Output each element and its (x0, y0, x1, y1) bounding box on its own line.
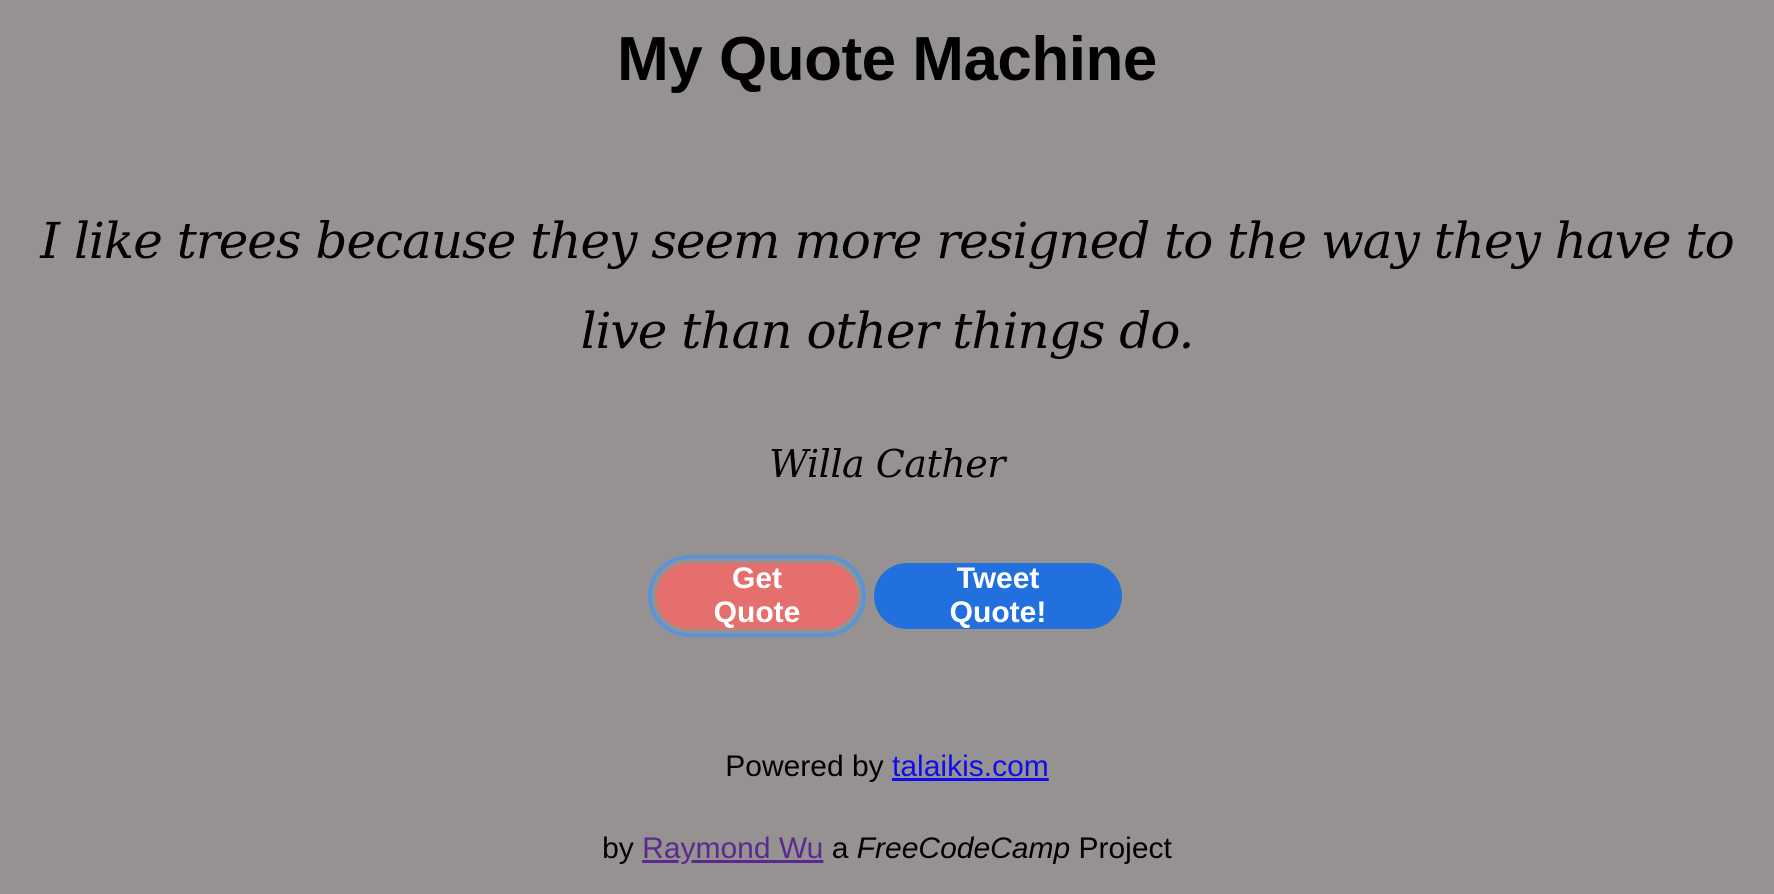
get-quote-button[interactable]: Get Quote (648, 555, 866, 637)
a-word: a (831, 832, 849, 865)
powered-by-prefix: Powered by (725, 750, 884, 783)
powered-by-line: Powered by talaikis.com (0, 747, 1774, 787)
quote-text: I like trees because they seem more resi… (40, 212, 1734, 360)
freecodecamp-text: FreeCodeCamp (856, 832, 1071, 865)
project-word: Project (1078, 832, 1172, 865)
tweet-quote-button[interactable]: Tweet Quote! (874, 562, 1122, 629)
quote-machine-app: My Quote Machine I like trees because th… (0, 0, 1774, 894)
by-prefix: by (602, 832, 634, 865)
raymond-wu-link[interactable]: Raymond Wu (642, 832, 823, 865)
quote-author: Willa Cather (769, 442, 1005, 486)
button-group: Get Quote Tweet Quote! (0, 555, 1774, 637)
page-title: My Quote Machine (617, 25, 1157, 94)
talaikis-link[interactable]: talaikis.com (892, 750, 1049, 783)
credits-line: by Raymond Wu a FreeCodeCamp Project (0, 829, 1774, 869)
